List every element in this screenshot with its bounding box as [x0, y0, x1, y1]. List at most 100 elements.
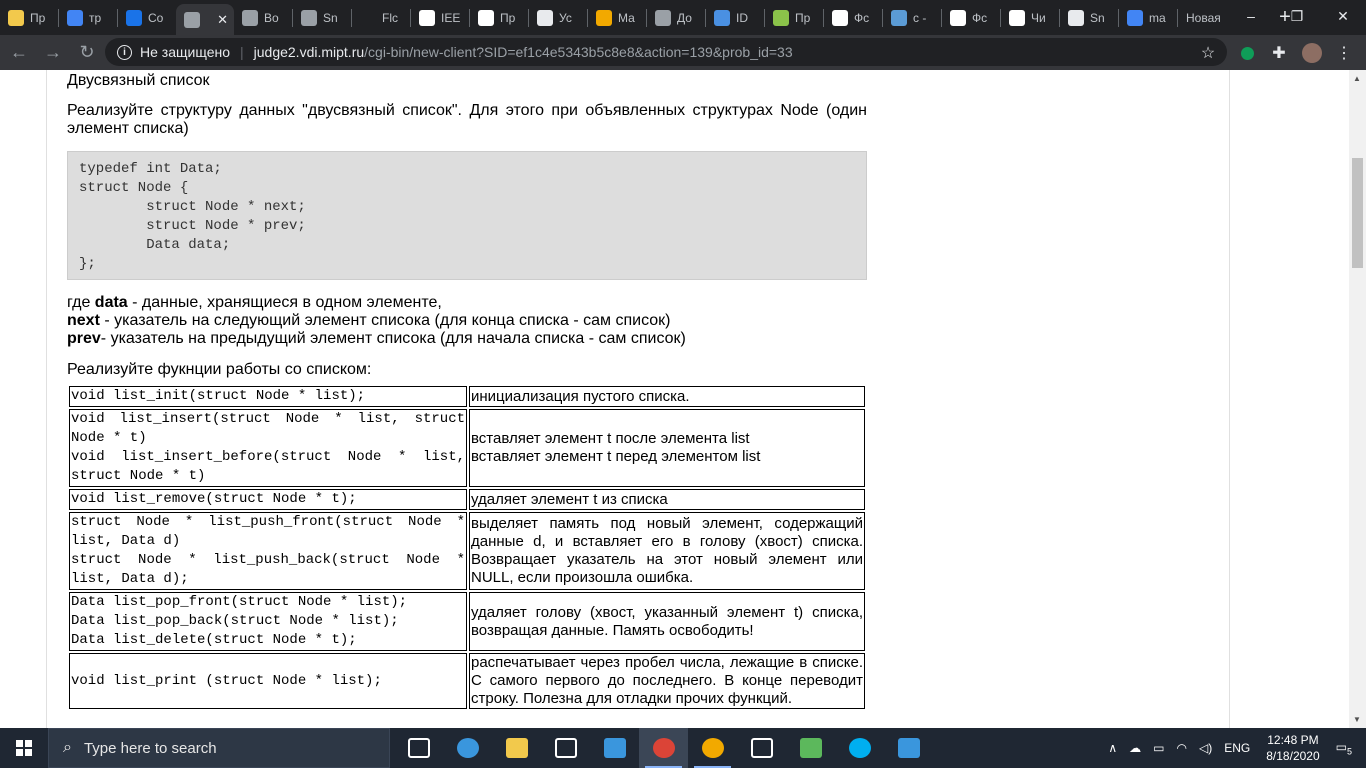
browser-tab[interactable]: Пр: [0, 0, 58, 35]
clock[interactable]: 12:48 PM 8/18/2020: [1266, 732, 1319, 764]
field-next: next - указатель на следующий элемент сп…: [67, 312, 671, 329]
solitaire-icon: [799, 738, 822, 758]
tab-title: Чи: [1031, 10, 1046, 25]
back-button[interactable]: ←: [4, 38, 34, 68]
browser-tab[interactable]: тр: [59, 0, 117, 35]
browser-tab[interactable]: ID: [706, 0, 764, 35]
maximize-button[interactable]: ❐: [1274, 0, 1320, 32]
taskbar-search[interactable]: ⌕ Type here to search: [48, 728, 390, 768]
scrollbar-thumb[interactable]: [1352, 158, 1363, 268]
address-divider: |: [240, 44, 244, 60]
globe-icon: [655, 9, 671, 26]
browser-tab[interactable]: Пр: [765, 0, 823, 35]
scroll-up-icon[interactable]: ▲: [1353, 74, 1361, 83]
search-placeholder: Type here to search: [83, 739, 217, 757]
code-block: typedef int Data; struct Node { struct N…: [67, 151, 867, 280]
stack-icon: [891, 9, 907, 26]
tab-title: Sn: [323, 10, 338, 25]
browser-tab[interactable]: ma: [1119, 0, 1177, 35]
tab-title: Co: [148, 10, 164, 25]
taskbar-app[interactable]: [590, 728, 639, 768]
reload-button[interactable]: ↻: [72, 38, 102, 68]
chevron-up-icon[interactable]: ∧: [1108, 741, 1117, 755]
browser-tab[interactable]: До: [647, 0, 705, 35]
notification-count: 5: [1346, 746, 1352, 757]
taskbar-app[interactable]: [786, 728, 835, 768]
close-window-button[interactable]: ✕: [1320, 0, 1366, 32]
taskbar-app[interactable]: [492, 728, 541, 768]
field-data: где data - данные, хранящиеся в одном эл…: [67, 294, 442, 311]
arrow-right-icon: →: [44, 42, 62, 62]
battery-icon[interactable]: ▭: [1153, 741, 1164, 755]
taskbar-app[interactable]: [737, 728, 786, 768]
volume-icon[interactable]: ◁): [1199, 741, 1212, 755]
wikipedia-icon: [419, 9, 435, 26]
browser-tab[interactable]: Sn: [1060, 0, 1118, 35]
tab-title: Новая: [1186, 10, 1221, 25]
globe-icon: [537, 9, 553, 26]
globe-icon: [301, 9, 317, 26]
cloud-icon[interactable]: ☁: [1129, 741, 1141, 755]
language-indicator[interactable]: ENG: [1224, 741, 1250, 755]
function-row: void list_insert(struct Node * list, str…: [69, 409, 865, 487]
avatar[interactable]: [1301, 42, 1323, 64]
tab-title: Sn: [1090, 10, 1105, 25]
browser-tab[interactable]: Пр: [470, 0, 528, 35]
extension-green-icon[interactable]: [1236, 42, 1258, 64]
browser-tab[interactable]: Фс: [824, 0, 882, 35]
function-signature: Data list_pop_front(struct Node * list);…: [69, 592, 467, 651]
taskbar-app[interactable]: [443, 728, 492, 768]
browser-tab[interactable]: Фс: [942, 0, 1000, 35]
notifications-icon[interactable]: ▭5: [1336, 740, 1352, 756]
taskbar-app[interactable]: [394, 728, 443, 768]
yandex-browser-icon: [701, 738, 724, 758]
taskbar-app[interactable]: [639, 728, 688, 768]
tab-title: Во: [264, 10, 279, 25]
address-bar[interactable]: i Не защищено | judge2.vdi.mipt.ru/cgi-b…: [105, 38, 1227, 66]
url-path: /cgi-bin/new-client?SID=ef1c4e5343b5c8e8…: [364, 44, 793, 60]
tab-title: тр: [89, 10, 102, 25]
id-icon: [714, 9, 730, 26]
taskbar-app[interactable]: [541, 728, 590, 768]
browser-tab[interactable]: IEE: [411, 0, 469, 35]
browser-tab[interactable]: Flc: [352, 0, 410, 35]
taskbar: ⌕ Type here to search ∧ ☁ ▭ ◠ ◁) ENG 12:…: [0, 728, 1366, 768]
problem-intro: Реализуйте структуру данных "двусвязный …: [67, 102, 867, 137]
browser-tab[interactable]: Co: [118, 0, 176, 35]
forward-button[interactable]: →: [38, 38, 68, 68]
scrollbar[interactable]: ▲ ▼: [1349, 70, 1366, 728]
function-signature: void list_init(struct Node * list);: [69, 386, 467, 407]
browser-tab[interactable]: с -: [883, 0, 941, 35]
browser-tab[interactable]: ✕: [176, 4, 234, 35]
tab-title: с -: [913, 10, 927, 25]
browser-tab[interactable]: Чи: [1001, 0, 1059, 35]
start-button[interactable]: [0, 728, 48, 768]
browser-tab[interactable]: Sn: [293, 0, 351, 35]
chat-icon: [126, 9, 142, 26]
info-icon[interactable]: i: [117, 44, 132, 60]
file-explorer-icon: [505, 738, 528, 758]
browser-tab[interactable]: Во: [234, 0, 292, 35]
system-tray: ∧ ☁ ▭ ◠ ◁) ENG 12:48 PM 8/18/2020 ▭5: [1102, 728, 1366, 768]
tab-title: Ма: [618, 10, 635, 25]
menu-kebab-icon[interactable]: ⋮: [1333, 42, 1355, 64]
taskbar-app[interactable]: [688, 728, 737, 768]
url-host: judge2.vdi.mipt.ru: [253, 44, 365, 60]
scroll-down-icon[interactable]: ▼: [1353, 715, 1361, 724]
close-tab-icon[interactable]: ✕: [217, 12, 228, 28]
security-label[interactable]: Не защищено: [140, 44, 230, 60]
wifi-icon[interactable]: ◠: [1177, 741, 1187, 755]
taskbar-app[interactable]: [835, 728, 884, 768]
function-row: struct Node * list_push_front(struct Nod…: [69, 512, 865, 590]
m-icon: [596, 9, 612, 26]
field-descriptions: где data - данные, хранящиеся в одном эл…: [67, 294, 867, 348]
taskbar-app[interactable]: [884, 728, 933, 768]
function-description: выделяет память под новый элемент, содер…: [469, 512, 865, 590]
browser-tab[interactable]: Ус: [529, 0, 587, 35]
clock-date: 8/18/2020: [1266, 749, 1320, 763]
minimize-button[interactable]: –: [1228, 0, 1274, 32]
bookmark-star-icon[interactable]: ☆: [1197, 42, 1219, 64]
tab-title: IEE: [441, 10, 461, 25]
browser-tab[interactable]: Ма: [588, 0, 646, 35]
extensions-puzzle-icon[interactable]: ✚: [1268, 42, 1290, 64]
